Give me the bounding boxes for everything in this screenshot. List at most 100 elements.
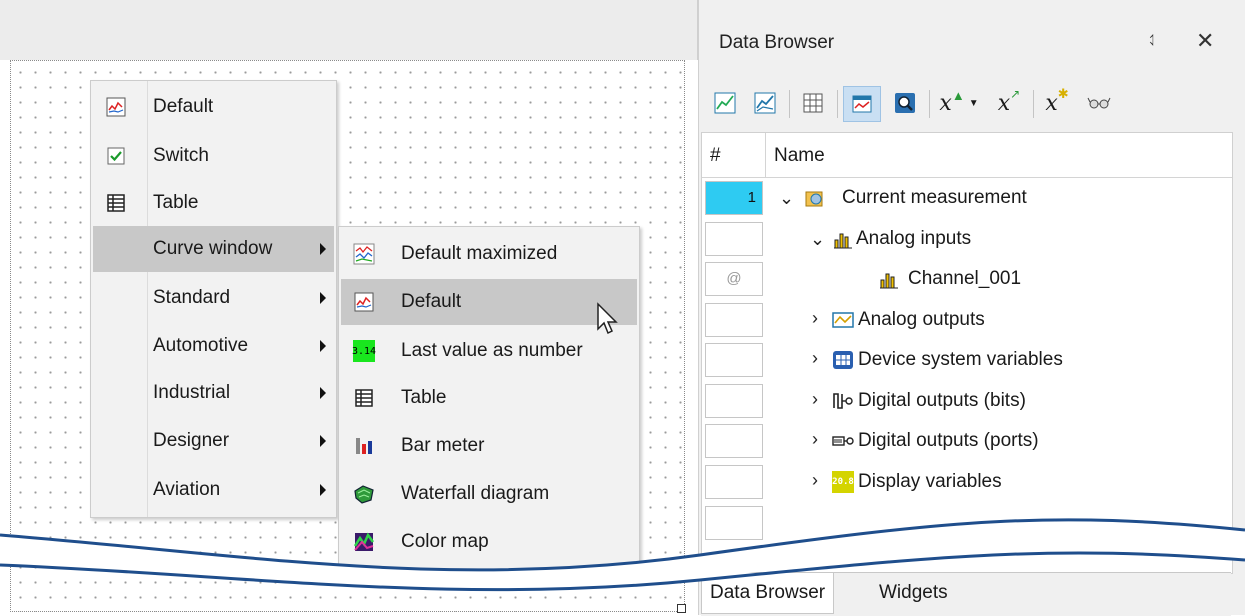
tree-row-label: Analog inputs [856, 228, 972, 249]
chevron-down-icon[interactable]: ⌄ [779, 189, 794, 207]
tree-row-current-measurement[interactable]: 1 ⌄ Current measurement [702, 178, 1232, 218]
table-icon [353, 387, 375, 409]
row-index-cell[interactable] [705, 343, 763, 377]
submenu-item-label: Table [401, 387, 447, 408]
menu-item-label: Designer [153, 430, 230, 451]
formula-dropdown-icon[interactable]: x ▲ ▼ [935, 86, 983, 120]
pin-icon[interactable]: ⥑ [1149, 32, 1157, 50]
submenu-item-label: Bar meter [401, 435, 485, 456]
zoom-icon[interactable] [887, 86, 923, 120]
submenu-arrow-icon [320, 484, 326, 496]
toolbar-separator [1033, 90, 1034, 118]
formula-icon[interactable]: x ↗ [991, 86, 1027, 120]
formula-new-icon[interactable]: x ✱ [1039, 86, 1075, 120]
curve-icon[interactable] [707, 86, 743, 120]
submenu-item-label: Default [401, 291, 462, 312]
menu-item-standard[interactable]: Standard [93, 275, 334, 321]
chevron-right-icon[interactable]: › [812, 309, 818, 327]
toolbar-separator [929, 90, 930, 118]
column-header-index[interactable]: # [710, 145, 721, 167]
bar-meter-icon [353, 435, 375, 457]
submenu-item-default-maximized[interactable]: Default maximized [341, 231, 637, 277]
channel-icon [880, 273, 898, 289]
tree-row-label: Channel_001 [908, 268, 1022, 289]
column-header-name[interactable]: Name [774, 145, 825, 167]
submenu-item-label: Last value as number [401, 340, 583, 361]
tree-row-digital-outputs-bits[interactable]: › Digital outputs (bits) [702, 381, 1232, 421]
curve-window-icon [105, 96, 127, 118]
tree-row-label: Device system variables [858, 349, 1063, 370]
menu-item-label: Industrial [153, 382, 231, 403]
chevron-right-icon[interactable]: › [812, 471, 818, 489]
submenu-item-table[interactable]: Table [341, 375, 637, 421]
menu-item-table[interactable]: Table [93, 180, 334, 226]
tree-row-digital-outputs-ports[interactable]: › Digital outputs (ports) [702, 421, 1232, 461]
menu-item-default[interactable]: Default [93, 84, 334, 130]
row-index-cell[interactable] [705, 222, 763, 256]
grid-icon[interactable] [795, 86, 831, 120]
menu-item-label: Curve window [153, 238, 273, 259]
context-menu: Default Switch Table Curve window Standa… [90, 80, 337, 518]
canvas-resize-handle[interactable] [677, 604, 686, 613]
row-index-cell[interactable] [705, 465, 763, 499]
menu-item-switch[interactable]: Switch [93, 133, 334, 179]
row-index-cell[interactable] [705, 303, 763, 337]
panel-title: Data Browser [719, 32, 835, 53]
close-icon[interactable]: ✕ [1196, 28, 1214, 54]
tree-row-label: Current measurement [842, 187, 1027, 208]
tree-row-device-system-variables[interactable]: › Device system variables [702, 340, 1232, 380]
submenu-item-default[interactable]: Default [341, 279, 637, 325]
toolbar-separator [789, 90, 790, 118]
table-header: # Name [702, 133, 1232, 178]
submenu-item-last-value[interactable]: 3.14 Last value as number [341, 328, 637, 374]
menu-item-automotive[interactable]: Automotive [93, 323, 334, 369]
tree-row-label: Display variables [858, 471, 1002, 492]
tree-row-analog-outputs[interactable]: › Analog outputs [702, 300, 1232, 340]
curve-window-maximized-icon [353, 243, 375, 265]
number-display-icon-text: 3.14 [351, 345, 377, 357]
row-index-cell[interactable]: 1 [705, 181, 763, 215]
number-display-icon: 3.14 [351, 340, 377, 362]
tree-row-label: Digital outputs (ports) [858, 430, 1039, 451]
tree-row-label: Digital outputs (bits) [858, 390, 1026, 411]
menu-item-label: Automotive [153, 335, 249, 356]
display-vars-icon: 20.8 [832, 471, 854, 493]
data-browser-toolbar: x ▲ ▼ x ↗ x ✱ [699, 78, 1245, 128]
submenu-item-bar-meter[interactable]: Bar meter [341, 423, 637, 469]
curve-alt-icon[interactable] [747, 86, 783, 120]
measurement-icon [805, 191, 823, 207]
column-divider [765, 133, 766, 177]
device-vars-icon [833, 351, 853, 369]
workspace-header-bar [0, 0, 698, 60]
submenu-arrow-icon [320, 243, 326, 255]
waterfall-icon [353, 483, 375, 505]
menu-item-industrial[interactable]: Industrial [93, 370, 334, 416]
chevron-right-icon[interactable]: › [812, 349, 818, 367]
analog-inputs-icon [834, 233, 852, 249]
menu-item-label: Standard [153, 287, 231, 308]
display-icon[interactable] [843, 86, 881, 122]
submenu-item-label: Default maximized [401, 243, 558, 264]
mouse-cursor-icon [597, 302, 618, 335]
menu-item-designer[interactable]: Designer [93, 418, 334, 464]
tree-row-analog-inputs[interactable]: ⌄ Analog inputs [702, 219, 1232, 259]
curve-window-icon [353, 291, 375, 313]
tree-row-label: Analog outputs [858, 309, 985, 330]
toolbar-separator [837, 90, 838, 118]
chevron-down-icon[interactable]: ⌄ [810, 230, 825, 248]
row-index-cell[interactable] [705, 424, 763, 458]
digital-ports-icon [832, 436, 854, 446]
tree-row-channel-001[interactable]: @ Channel_001 [702, 259, 1232, 299]
break-wave-overlay [0, 518, 1245, 592]
menu-item-curve-window[interactable]: Curve window [93, 226, 334, 272]
menu-item-label: Switch [153, 145, 209, 166]
menu-item-label: Table [153, 192, 199, 213]
checkbox-icon [105, 145, 127, 167]
row-index-cell[interactable]: @ [705, 262, 763, 296]
row-index-cell[interactable] [705, 384, 763, 418]
chevron-right-icon[interactable]: › [812, 390, 818, 408]
chevron-right-icon[interactable]: › [812, 430, 818, 448]
glasses-icon[interactable] [1081, 86, 1117, 120]
tree-row-display-variables[interactable]: › 20.8 Display variables [702, 462, 1232, 502]
submenu-arrow-icon [320, 292, 326, 304]
